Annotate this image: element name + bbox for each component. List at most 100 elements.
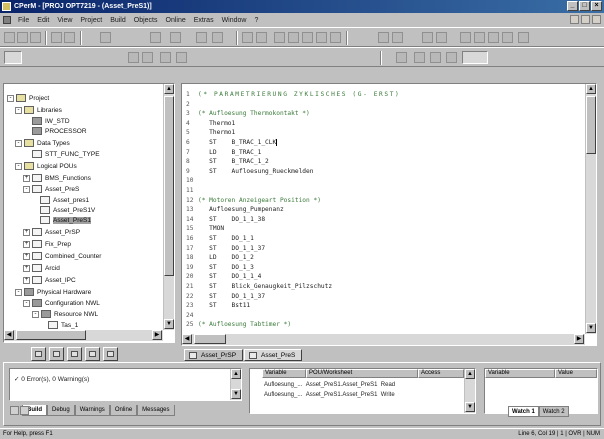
- code-line[interactable]: 13 Aufloesung_Pumpenanz: [186, 205, 284, 214]
- code-line[interactable]: 15 TMON: [186, 224, 224, 233]
- menu-objects[interactable]: Objects: [130, 17, 162, 24]
- collapse-icon[interactable]: -: [15, 288, 22, 296]
- expand-icon[interactable]: +: [23, 174, 30, 182]
- connect-icon[interactable]: [176, 52, 187, 63]
- xref-scrollbar[interactable]: ▲ ▼: [464, 369, 475, 413]
- tree-node[interactable]: IW_STD: [32, 117, 70, 127]
- code-line[interactable]: 8 ST B_TRAC_1_2: [186, 157, 269, 166]
- table-row[interactable]: Aufloesung_... Asset_PreS1.Asset_PreS1 W…: [264, 391, 395, 400]
- expand-icon[interactable]: +: [23, 276, 30, 284]
- tree-vertical-scrollbar[interactable]: ▲ ▼: [163, 84, 174, 330]
- output-scrollbar[interactable]: ▲ ▼: [230, 369, 241, 400]
- zoom-out-icon[interactable]: [256, 32, 267, 43]
- cross-reference-list[interactable]: Variable POU/Worksheet Access Aufloesung…: [249, 368, 476, 414]
- menu-edit[interactable]: Edit: [33, 17, 53, 24]
- scroll-thumb[interactable]: [164, 96, 174, 276]
- code-line[interactable]: 12 (* Motoren Anzeigeart Position *): [186, 196, 321, 205]
- scroll-up-icon[interactable]: ▲: [586, 84, 596, 94]
- scroll-right-icon[interactable]: ▶: [574, 334, 584, 344]
- replace-icon[interactable]: [288, 32, 299, 43]
- code-line[interactable]: 19 ST DO_1_3: [186, 263, 254, 272]
- scroll-down-icon[interactable]: ▼: [465, 402, 475, 412]
- tree-node[interactable]: - Libraries: [15, 106, 62, 116]
- make-icon[interactable]: [392, 32, 403, 43]
- expand-icon[interactable]: +: [23, 228, 30, 236]
- document-icon[interactable]: [3, 16, 11, 24]
- tree-node[interactable]: + Combined_Counter: [23, 252, 101, 262]
- menu-help[interactable]: ?: [250, 17, 262, 24]
- window-2-icon[interactable]: [474, 32, 485, 43]
- code-line[interactable]: 1 (* PARAMETRIERUNG ZYKLISCHES (G- ERST): [186, 90, 400, 99]
- scroll-right-icon[interactable]: ▶: [152, 330, 162, 340]
- menu-view[interactable]: View: [53, 17, 76, 24]
- tab-online[interactable]: Online: [109, 405, 138, 416]
- column-header-variable[interactable]: Variable: [485, 369, 555, 378]
- layout-icon[interactable]: [396, 52, 407, 63]
- scroll-down-icon[interactable]: ▼: [164, 319, 174, 329]
- expand-icon[interactable]: +: [23, 240, 30, 248]
- tree-node[interactable]: Asset_PreS1V: [40, 206, 95, 216]
- scroll-down-icon[interactable]: ▼: [231, 389, 241, 399]
- bookmark-icon[interactable]: [316, 32, 327, 43]
- tree-node[interactable]: PROCESSOR: [32, 127, 87, 137]
- scroll-up-icon[interactable]: ▲: [465, 369, 475, 379]
- tree-node[interactable]: - Physical Hardware: [15, 288, 91, 298]
- code-line[interactable]: 22 ST DO_1_1_37: [186, 292, 265, 301]
- tree-node[interactable]: + BMS_Functions: [23, 174, 91, 184]
- window-1-icon[interactable]: [460, 32, 471, 43]
- collapse-icon[interactable]: -: [7, 94, 14, 102]
- collapse-icon[interactable]: -: [32, 310, 39, 318]
- tree-node[interactable]: STT_FUNC_TYPE: [32, 150, 100, 160]
- tree-node[interactable]: - Data Types: [15, 139, 70, 149]
- first-page-icon[interactable]: [10, 406, 19, 415]
- menu-extras[interactable]: Extras: [190, 17, 218, 24]
- editor-horizontal-scrollbar[interactable]: ◀ ▶: [182, 334, 585, 345]
- format-selector[interactable]: [462, 51, 488, 64]
- table-row[interactable]: Aufloesung_... Asset_PreS1.Asset_PreS1 R…: [264, 381, 395, 390]
- editor-vertical-scrollbar[interactable]: ▲ ▼: [585, 84, 596, 334]
- scroll-down-icon[interactable]: ▼: [586, 323, 596, 333]
- expand-icon[interactable]: +: [23, 264, 30, 272]
- scroll-up-icon[interactable]: ▲: [231, 369, 241, 379]
- code-line[interactable]: 10: [186, 176, 198, 185]
- project-tree[interactable]: - Project - Libraries IW_STD PROCESSOR - Da…: [3, 83, 175, 343]
- code-line[interactable]: 25 (* Aufloesung Tabtimer *): [186, 320, 291, 329]
- tree-node[interactable]: Asset_pres1: [40, 196, 89, 206]
- code-line[interactable]: 21 ST Blick_Genaugkeit_Pilzschutz: [186, 282, 332, 291]
- code-line[interactable]: 9 ST Aufloesung_Rueckmelden: [186, 167, 313, 176]
- undo-icon[interactable]: [196, 32, 207, 43]
- code-line[interactable]: 17 ST DO_1_1_37: [186, 244, 265, 253]
- code-editor[interactable]: 1 (* PARAMETRIERUNG ZYKLISCHES (G- ERST) 2…: [181, 83, 597, 346]
- scroll-thumb[interactable]: [194, 334, 226, 344]
- object-selector[interactable]: [4, 51, 22, 64]
- tree-node-selected[interactable]: Asset_PreS1: [40, 216, 91, 226]
- close-button[interactable]: ×: [591, 1, 602, 11]
- align-left-icon[interactable]: [414, 52, 425, 63]
- find-icon[interactable]: [274, 32, 285, 43]
- tree-node[interactable]: + Asset_IPC: [23, 276, 76, 286]
- code-line[interactable]: 18 LD DO_1_2: [186, 253, 254, 262]
- menu-window[interactable]: Window: [218, 17, 251, 24]
- code-line[interactable]: 3 (* Aufloesung Thermokontakt *): [186, 109, 310, 118]
- scroll-left-icon[interactable]: ◀: [4, 330, 14, 340]
- tree-node[interactable]: + Fix_Prep: [23, 240, 71, 250]
- menu-project[interactable]: Project: [76, 17, 106, 24]
- debug-icon[interactable]: [422, 32, 433, 43]
- scroll-up-icon[interactable]: ▲: [164, 84, 174, 94]
- format-icon[interactable]: [446, 52, 457, 63]
- compile-icon[interactable]: [378, 32, 389, 43]
- doc-minimize-button[interactable]: [570, 15, 579, 24]
- tab-watch-2[interactable]: Watch 2: [538, 406, 569, 417]
- tree-node[interactable]: - Configuration NWL: [23, 299, 100, 309]
- code-line[interactable]: 11: [186, 186, 198, 195]
- maximize-button[interactable]: □: [579, 1, 590, 11]
- tree-node[interactable]: - Logical POUs: [15, 162, 77, 172]
- collapse-icon[interactable]: -: [15, 106, 22, 114]
- insert-icon[interactable]: [302, 32, 313, 43]
- network-icon[interactable]: [330, 32, 341, 43]
- scroll-thumb[interactable]: [16, 330, 86, 340]
- tab-asset-prsp[interactable]: Asset_PrSP: [184, 349, 244, 361]
- code-line[interactable]: 24: [186, 311, 198, 320]
- tree-tab-comm[interactable]: [103, 347, 118, 361]
- tab-asset-pres[interactable]: Asset_PreS: [244, 349, 303, 361]
